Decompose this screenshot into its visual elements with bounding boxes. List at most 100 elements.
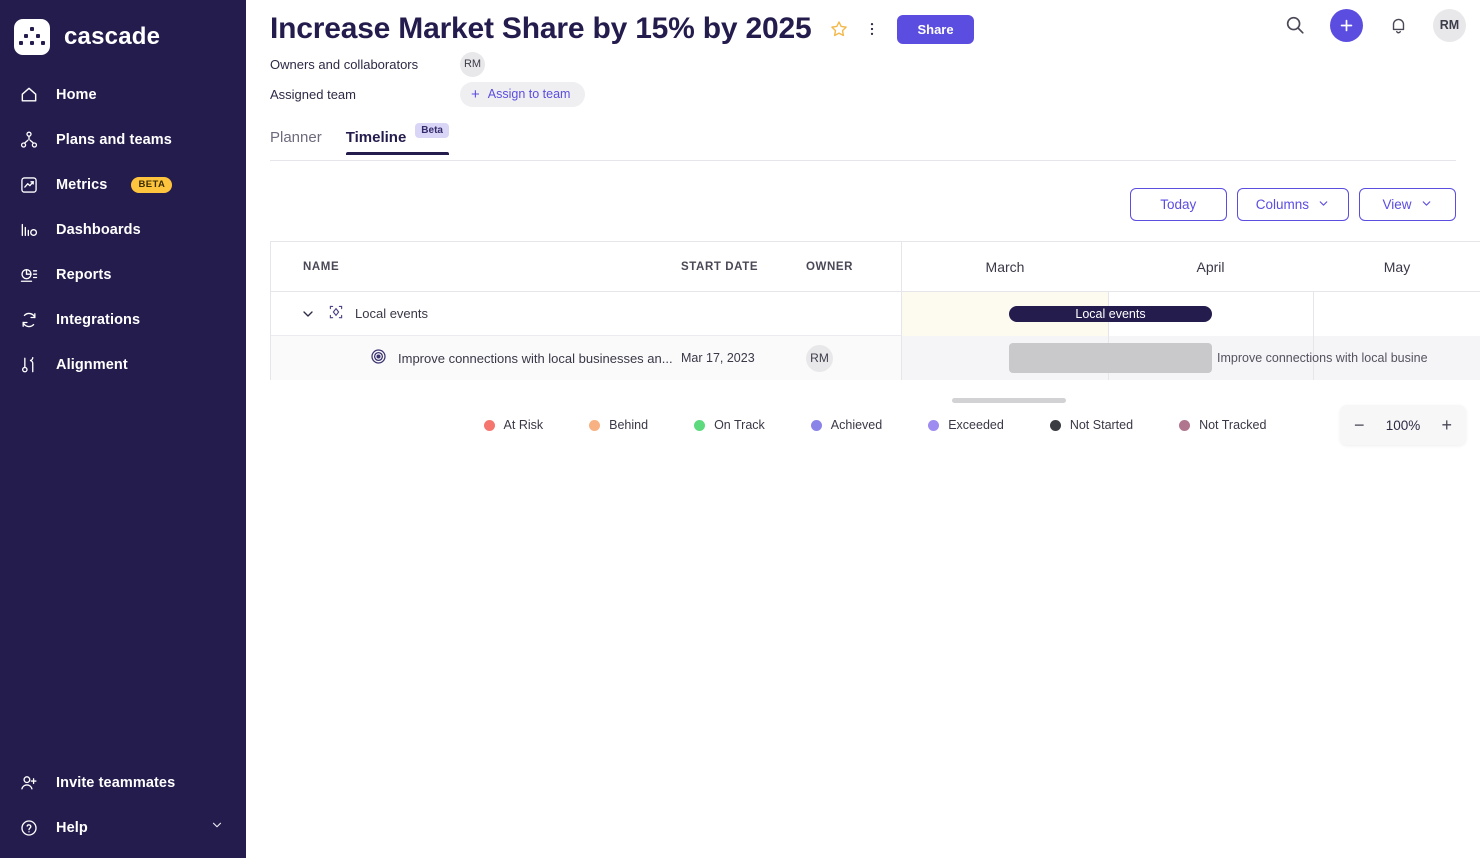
legend-item: Exceeded [928,418,1004,432]
owner-avatar[interactable]: RM [460,51,485,77]
row-title: Local events [355,306,428,321]
sidebar-item-invite-teammates[interactable]: Invite teammates [0,760,246,805]
sidebar-item-label: Alignment [56,356,128,373]
page-title: Increase Market Share by 15% by 2025 [270,12,812,45]
tab-planner[interactable]: Planner [270,129,322,155]
focus-area-icon [327,303,345,324]
owners-row: Owners and collaborators RM [270,49,1480,79]
legend-dot-behind [589,419,601,431]
legend-label: Not Tracked [1199,418,1267,432]
sidebar-item-label: Dashboards [56,221,141,238]
view-label: View [1382,197,1412,212]
user-plus-icon [18,772,40,794]
plus-icon [1340,19,1353,31]
chevron-down-icon[interactable] [210,818,224,837]
brand-name: cascade [64,23,161,50]
gantt-chart: NAME START DATE OWNER Local events Impro… [270,241,1480,403]
status-legend: At Risk Behind On Track Achieved Exceede… [270,412,1480,438]
user-avatar[interactable]: RM [1433,8,1466,42]
question-circle-icon [18,817,40,839]
legend-item: At Risk [483,418,544,432]
sidebar-item-metrics[interactable]: Metrics BETA [0,162,246,207]
sidebar-item-help[interactable]: Help [0,805,246,850]
table-row[interactable]: Local events [271,292,901,336]
owner-avatar[interactable]: RM [806,344,833,372]
sidebar-item-label: Help [56,819,88,836]
search-icon[interactable] [1278,8,1312,42]
legend-dot-not-started [1049,419,1061,431]
month-label: March [985,259,1025,275]
timeline-bar-child[interactable] [1009,343,1212,373]
columns-label: Columns [1255,197,1309,212]
zoom-in-button[interactable]: + [1441,416,1452,434]
legend-item: Behind [589,418,648,432]
sidebar-item-label: Reports [56,266,112,283]
timeline-bar-parent[interactable]: Local events [1009,306,1212,322]
table-row[interactable]: Improve connections with local businesse… [271,336,901,380]
sidebar-item-dashboards[interactable]: Dashboards [0,207,246,252]
sidebar-item-label: Integrations [56,311,141,328]
row-start-date: Mar 17, 2023 [681,351,755,365]
sidebar-nav: Home Plans and teams Metrics BETA Dashbo… [0,72,246,387]
timeline-month-header: March April May [902,242,1480,292]
tab-timeline[interactable]: Timeline Beta [345,123,450,155]
row-name-cell: Improve connections with local businesse… [271,347,681,369]
timeline-body: Local events Improve connections with lo… [902,292,1480,380]
timeline-toolbar: Today Columns View [1129,188,1456,221]
sidebar: cascade Home Plans and teams Metrics BET… [0,0,246,858]
chevron-down-icon [1317,197,1330,213]
cascade-dots-logo [14,19,50,55]
timeline-horizontal-scrollbar[interactable] [952,398,1066,403]
legend-dot-not-tracked [1179,419,1191,431]
tab-beta-badge: Beta [415,123,449,138]
reports-pie-icon [18,264,40,286]
legend-item: On Track [694,418,765,432]
legend-label: At Risk [503,418,544,432]
metrics-beta-badge: BETA [131,176,173,193]
star-outline-icon[interactable] [829,19,849,39]
legend-label: Achieved [830,418,883,432]
tab-label: Timeline [345,129,407,146]
objective-target-icon [369,347,388,369]
plus-icon: + [471,85,480,103]
add-button[interactable] [1330,8,1363,42]
notifications-bell-icon[interactable] [1381,8,1415,42]
brand[interactable]: cascade [0,0,246,60]
assigned-team-row: Assigned team + Assign to team [270,79,1480,109]
zoom-control: − 100% + [1340,405,1466,445]
legend-label: Behind [609,418,649,432]
dashboards-bars-icon [18,219,40,241]
main-content: RM Increase Market Share by 15% by 2025 … [246,0,1480,858]
legend-label: Exceeded [948,418,1004,432]
tab-label: Planner [270,129,322,146]
share-button[interactable]: Share [897,14,974,44]
gantt-table: NAME START DATE OWNER Local events Impro… [270,241,901,380]
sidebar-item-reports[interactable]: Reports [0,252,246,297]
row-name-cell: Local events [271,303,681,324]
sidebar-bottom: Invite teammates Help [0,760,246,858]
column-header-owner: OWNER [806,260,854,273]
sidebar-item-label: Metrics [56,176,108,193]
view-dropdown[interactable]: View [1359,188,1456,221]
metrics-chart-icon [18,174,40,196]
columns-dropdown[interactable]: Columns [1236,188,1349,221]
today-button[interactable]: Today [1129,188,1227,221]
chevron-down-icon[interactable] [299,305,317,323]
zoom-out-button[interactable]: − [1354,416,1365,434]
sidebar-item-alignment[interactable]: Alignment [0,342,246,387]
legend-label: On Track [714,418,765,432]
column-header-start-date: START DATE [681,260,759,273]
sidebar-item-integrations[interactable]: Integrations [0,297,246,342]
row-owner: RM [806,344,901,372]
topbar: RM [1278,8,1466,42]
legend-dot-at-risk [483,419,495,431]
row-title: Improve connections with local businesse… [398,350,673,366]
gantt-timeline: March April May Local events Improve con… [901,241,1480,380]
legend-item: Not Tracked [1179,418,1266,432]
sidebar-item-home[interactable]: Home [0,72,246,117]
kebab-menu-icon[interactable] [863,20,881,38]
month-label: May [1383,259,1411,275]
column-header-name: NAME [303,260,340,273]
assign-to-team-button[interactable]: + Assign to team [460,81,586,107]
sidebar-item-plans-and-teams[interactable]: Plans and teams [0,117,246,162]
